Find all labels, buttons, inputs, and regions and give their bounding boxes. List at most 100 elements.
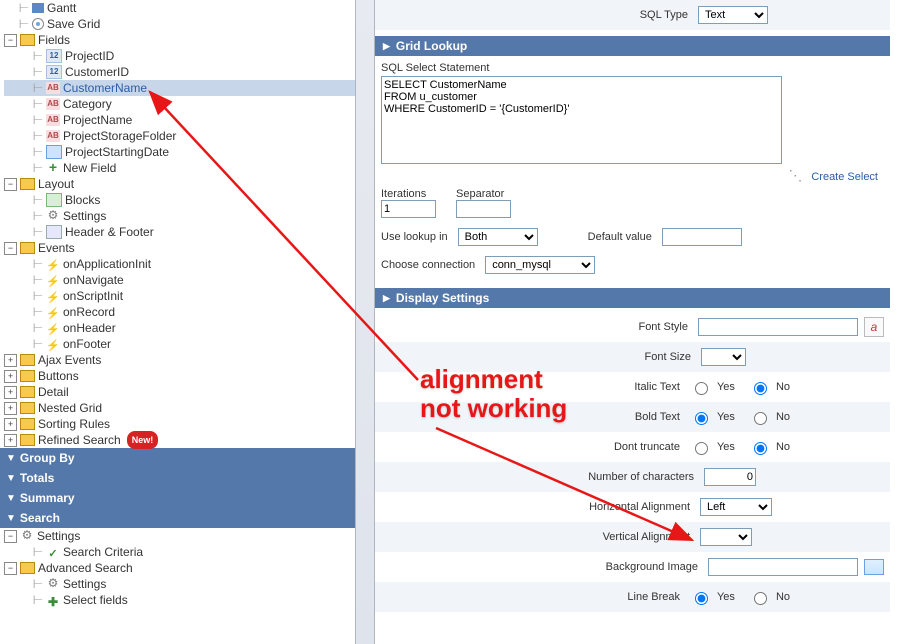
collapse-icon[interactable]: − (4, 562, 17, 575)
linebreak-yes-radio[interactable] (695, 592, 708, 605)
use-lookup-in-select[interactable]: Both (458, 228, 538, 246)
truncate-yes-radio[interactable] (695, 442, 708, 455)
tree-item-gantt[interactable]: ⊢Gantt (4, 0, 355, 16)
row-vert-align: Vertical Alignment (375, 522, 890, 552)
section-summary[interactable]: ▼Summary (0, 488, 355, 508)
expand-icon[interactable]: + (4, 370, 17, 383)
bg-image-input[interactable] (708, 558, 858, 576)
tree-item-projectstartingdate[interactable]: ⊢ProjectStartingDate (4, 144, 355, 160)
section-search[interactable]: ▼Search (0, 508, 355, 528)
tree-item-header-footer[interactable]: ⊢Header & Footer (4, 224, 355, 240)
tree-item-category[interactable]: ⊢ABCategory (4, 96, 355, 112)
italic-yes-radio[interactable] (695, 382, 708, 395)
tree-item-save-grid[interactable]: ⊢Save Grid (4, 16, 355, 32)
default-value-input[interactable] (662, 228, 742, 246)
tree-item-search-criteria[interactable]: ⊢✓Search Criteria (4, 544, 355, 560)
bold-no-radio[interactable] (754, 412, 767, 425)
tree-item-fields[interactable]: −Fields (4, 32, 355, 48)
folder-icon (20, 34, 35, 46)
tree-item-nested-grid[interactable]: +Nested Grid (4, 400, 355, 416)
triangle-down-icon: ▼ (6, 473, 16, 484)
tree-item-onheader[interactable]: ⊢⚡onHeader (4, 320, 355, 336)
row-horiz-align: Horizontal Alignment Left (375, 492, 890, 522)
sql-type-select[interactable]: Text (698, 6, 768, 24)
tree-item-refined-search[interactable]: +Refined SearchNew! (4, 432, 355, 448)
tree-item-projectstoragefolder[interactable]: ⊢ABProjectStorageFolder (4, 128, 355, 144)
tree-item-events[interactable]: −Events (4, 240, 355, 256)
collapse-icon[interactable]: − (4, 242, 17, 255)
collapse-icon[interactable]: − (4, 178, 17, 191)
num-chars-input[interactable] (704, 468, 756, 486)
left-tree-panel: ⊢Gantt ⊢Save Grid −Fields ⊢12ProjectID ⊢… (0, 0, 355, 644)
tree-item-projectname[interactable]: ⊢ABProjectName (4, 112, 355, 128)
tree-item-projectid[interactable]: ⊢12ProjectID (4, 48, 355, 64)
expand-icon[interactable]: + (4, 386, 17, 399)
horiz-align-select[interactable]: Left (700, 498, 772, 516)
panel-grid-lookup[interactable]: ▶Grid Lookup (375, 36, 890, 56)
font-picker-icon[interactable]: a (864, 317, 884, 337)
row-italic-text: Italic Text Yes No (375, 372, 890, 402)
number-field-icon: 12 (46, 49, 62, 63)
event-icon: ⚡ (46, 290, 60, 302)
tree-item-customername[interactable]: ⊢ABCustomerName (4, 80, 355, 96)
expand-icon[interactable]: + (4, 434, 17, 447)
tree-item-layout-settings[interactable]: ⊢⚙Settings (4, 208, 355, 224)
truncate-no-radio[interactable] (754, 442, 767, 455)
tree-item-onnavigate[interactable]: ⊢⚡onNavigate (4, 272, 355, 288)
gear-icon: ⚙ (20, 530, 34, 542)
tree-item-advanced-search[interactable]: −Advanced Search (4, 560, 355, 576)
tree-item-adv-settings[interactable]: ⊢⚙Settings (4, 576, 355, 592)
section-totals[interactable]: ▼Totals (0, 468, 355, 488)
image-picker-icon[interactable] (864, 559, 884, 575)
vertical-splitter[interactable] (355, 0, 375, 644)
tree-item-buttons[interactable]: +Buttons (4, 368, 355, 384)
linebreak-no-radio[interactable] (754, 592, 767, 605)
expand-icon[interactable]: + (4, 418, 17, 431)
gear-icon: ⚙ (46, 578, 60, 590)
tree-item-adv-select-fields[interactable]: ⊢✚Select fields (4, 592, 355, 608)
tree-item-search-settings[interactable]: −⚙Settings (4, 528, 355, 544)
event-icon: ⚡ (46, 258, 60, 270)
folder-icon (20, 418, 35, 430)
separator-input[interactable] (456, 200, 511, 218)
triangle-right-icon: ▶ (383, 293, 390, 304)
tree-item-detail[interactable]: +Detail (4, 384, 355, 400)
font-size-select[interactable] (701, 348, 746, 366)
tree-item-customerid[interactable]: ⊢12CustomerID (4, 64, 355, 80)
tree-item-onrecord[interactable]: ⊢⚡onRecord (4, 304, 355, 320)
choose-connection-select[interactable]: conn_mysql (485, 256, 595, 274)
collapse-icon[interactable]: − (4, 34, 17, 47)
right-form-panel: Yes No SQL Type Text ▶Grid Lookup SQL (375, 0, 900, 644)
vert-align-select[interactable] (700, 528, 752, 546)
row-font-size: Font Size (375, 342, 890, 372)
font-size-label: Font Size (645, 351, 701, 363)
folder-icon (20, 434, 35, 446)
tree-item-ajax-events[interactable]: +Ajax Events (4, 352, 355, 368)
tree-item-onfooter[interactable]: ⊢⚡onFooter (4, 336, 355, 352)
bold-yes-radio[interactable] (695, 412, 708, 425)
section-group-by[interactable]: ▼Group By (0, 448, 355, 468)
panel-display-settings[interactable]: ▶Display Settings (375, 288, 890, 308)
expand-icon[interactable]: + (4, 402, 17, 415)
header-footer-icon (46, 225, 62, 239)
tree-item-onapplicationinit[interactable]: ⊢⚡onApplicationInit (4, 256, 355, 272)
font-style-label: Font Style (638, 321, 698, 333)
iterations-input[interactable] (381, 200, 436, 218)
tree-item-sorting-rules[interactable]: +Sorting Rules (4, 416, 355, 432)
create-select-link[interactable]: Create Select (811, 171, 878, 183)
gear-icon: ⚙ (46, 210, 60, 222)
num-chars-label: Number of characters (588, 471, 704, 483)
tree-item-onscriptinit[interactable]: ⊢⚡onScriptInit (4, 288, 355, 304)
new-badge: New! (127, 431, 159, 449)
tree-item-layout[interactable]: −Layout (4, 176, 355, 192)
tree-item-new-field[interactable]: ⊢+New Field (4, 160, 355, 176)
italic-no-radio[interactable] (754, 382, 767, 395)
tree-item-blocks[interactable]: ⊢Blocks (4, 192, 355, 208)
font-style-input[interactable] (698, 318, 858, 336)
collapse-icon[interactable]: − (4, 530, 17, 543)
sql-select-textarea[interactable] (381, 76, 782, 164)
expand-icon[interactable]: + (4, 354, 17, 367)
gantt-icon (32, 3, 44, 13)
resize-handle-icon[interactable]: ⋱ (788, 167, 803, 183)
add-icon: + (46, 162, 60, 174)
